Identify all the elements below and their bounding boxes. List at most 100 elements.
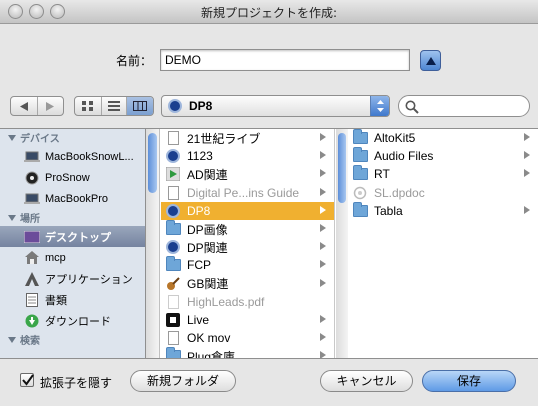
list-item[interactable]: 21世紀ライブ <box>161 129 334 147</box>
column-view-button[interactable] <box>127 97 153 115</box>
laptop-icon <box>24 192 40 206</box>
dp-app-icon <box>165 203 181 218</box>
disclosure-triangle-icon <box>8 214 16 221</box>
sidebar-item-downloads[interactable]: ダウンロード <box>0 310 145 331</box>
search-icon <box>405 100 419 114</box>
location-popup-label: DP8 <box>189 99 213 113</box>
collapse-dialog-button[interactable] <box>420 50 441 71</box>
folder-icon <box>352 165 368 181</box>
sidebar: デバイス MacBookSnowL... ProSnow MacBookPro … <box>0 129 146 358</box>
chevron-right-icon <box>320 351 326 358</box>
chevron-right-icon <box>524 169 530 178</box>
cancel-button[interactable]: キャンセル <box>320 370 413 392</box>
list-item[interactable]: DP画像 <box>161 220 334 238</box>
icon-view-icon <box>81 101 93 111</box>
chevron-right-icon <box>320 278 326 287</box>
list-item[interactable]: HighLeads.pdf <box>161 293 334 311</box>
sidebar-item-macbooksnowl[interactable]: MacBookSnowL... <box>0 146 145 167</box>
chevron-right-icon <box>320 205 326 214</box>
title-bar: 新規プロジェクトを作成: <box>0 0 538 24</box>
list-item[interactable]: DP関連 <box>161 238 334 256</box>
save-button[interactable]: 保存 <box>422 370 516 392</box>
back-forward-control <box>10 96 64 116</box>
chevron-right-icon <box>320 151 326 160</box>
applications-icon <box>24 271 40 286</box>
list-item[interactable]: AltoKit5 <box>348 129 538 147</box>
icon-view-button[interactable] <box>75 97 102 115</box>
list-item-selected[interactable]: DP8 <box>161 201 334 220</box>
dp-app-icon <box>165 149 181 164</box>
forward-arrow-icon <box>46 101 55 111</box>
sidebar-item-prosnow[interactable]: ProSnow <box>0 167 145 188</box>
sidebar-header-devices[interactable]: デバイス <box>0 129 145 146</box>
location-popup[interactable]: DP8 <box>161 95 390 117</box>
list-item[interactable]: AD関連 <box>161 165 334 183</box>
column-list-2: AltoKit5 Audio Files RT SL.dpdoc Tabla <box>348 129 538 358</box>
sidebar-item-mcp[interactable]: mcp <box>0 247 145 268</box>
list-item[interactable]: GB関連 <box>161 275 334 293</box>
chevron-right-icon <box>320 133 326 141</box>
sidebar-item-macbookpro[interactable]: MacBookPro <box>0 188 145 209</box>
list-view-button[interactable] <box>102 97 128 115</box>
hide-extension-checkbox[interactable] <box>20 373 34 387</box>
list-item[interactable]: Plug倉庫 <box>161 347 334 358</box>
folder-icon <box>165 220 181 236</box>
green-arrow-icon <box>165 167 181 182</box>
list-item[interactable]: Digital Pe...ins Guide <box>161 184 334 202</box>
column-list-1: 21世紀ライブ 1123 AD関連 Digital Pe...ins Guide… <box>161 129 335 358</box>
chevron-right-icon <box>320 223 326 232</box>
window-title: 新規プロジェクトを作成: <box>200 6 338 20</box>
document-icon <box>165 331 181 346</box>
forward-button[interactable] <box>38 97 64 115</box>
scroll-thumb[interactable] <box>338 133 346 203</box>
list-item[interactable]: RT <box>348 165 538 183</box>
sidebar-scrollbar[interactable] <box>146 129 160 358</box>
back-button[interactable] <box>11 97 38 115</box>
list-item[interactable]: Tabla <box>348 201 538 220</box>
documents-icon <box>24 292 40 307</box>
file-browser: デバイス MacBookSnowL... ProSnow MacBookPro … <box>0 128 538 359</box>
sidebar-header-search[interactable]: 検索 <box>0 331 145 348</box>
list-item[interactable]: SL.dpdoc <box>348 184 538 202</box>
chevron-right-icon <box>320 333 326 342</box>
chevron-right-icon <box>524 133 530 141</box>
document-icon <box>165 131 181 146</box>
folder-icon <box>352 201 368 218</box>
triangle-up-icon <box>426 57 436 65</box>
list-item[interactable]: FCP <box>161 256 334 274</box>
sidebar-header-places[interactable]: 場所 <box>0 209 145 226</box>
list-item[interactable]: OK mov <box>161 329 334 347</box>
chevron-right-icon <box>320 314 326 323</box>
disclosure-triangle-icon <box>8 336 16 343</box>
sidebar-item-applications[interactable]: アプリケーション <box>0 268 145 289</box>
chevron-right-icon <box>320 187 326 196</box>
chevron-right-icon <box>320 242 326 251</box>
document-icon <box>165 185 181 200</box>
document-icon <box>165 294 181 309</box>
laptop-icon <box>24 150 40 164</box>
downloads-icon <box>24 314 40 328</box>
home-icon <box>24 251 40 265</box>
sidebar-item-documents[interactable]: 書類 <box>0 289 145 310</box>
scroll-thumb[interactable] <box>148 133 157 193</box>
dpdoc-icon <box>352 186 368 200</box>
name-field[interactable] <box>160 49 410 71</box>
guitar-icon <box>165 276 181 291</box>
column-1-scrollbar[interactable] <box>336 129 348 358</box>
new-folder-button[interactable]: 新規フォルダ <box>130 370 236 392</box>
sidebar-item-desktop[interactable]: デスクトップ <box>0 226 145 247</box>
back-arrow-icon <box>19 101 28 111</box>
list-item[interactable]: Live <box>161 311 334 329</box>
dp-app-icon <box>168 99 182 116</box>
disk-icon <box>24 171 40 185</box>
list-item[interactable]: Audio Files <box>348 147 538 165</box>
folder-icon <box>165 256 181 272</box>
folder-icon <box>352 147 368 163</box>
search-field[interactable] <box>398 95 530 117</box>
list-item[interactable]: 1123 <box>161 147 334 165</box>
popup-arrows-icon <box>370 96 389 116</box>
folder-icon <box>352 129 368 145</box>
hide-extension-label: 拡張子を隠す <box>40 376 113 390</box>
list-view-icon <box>107 101 120 111</box>
folder-icon <box>165 347 181 358</box>
